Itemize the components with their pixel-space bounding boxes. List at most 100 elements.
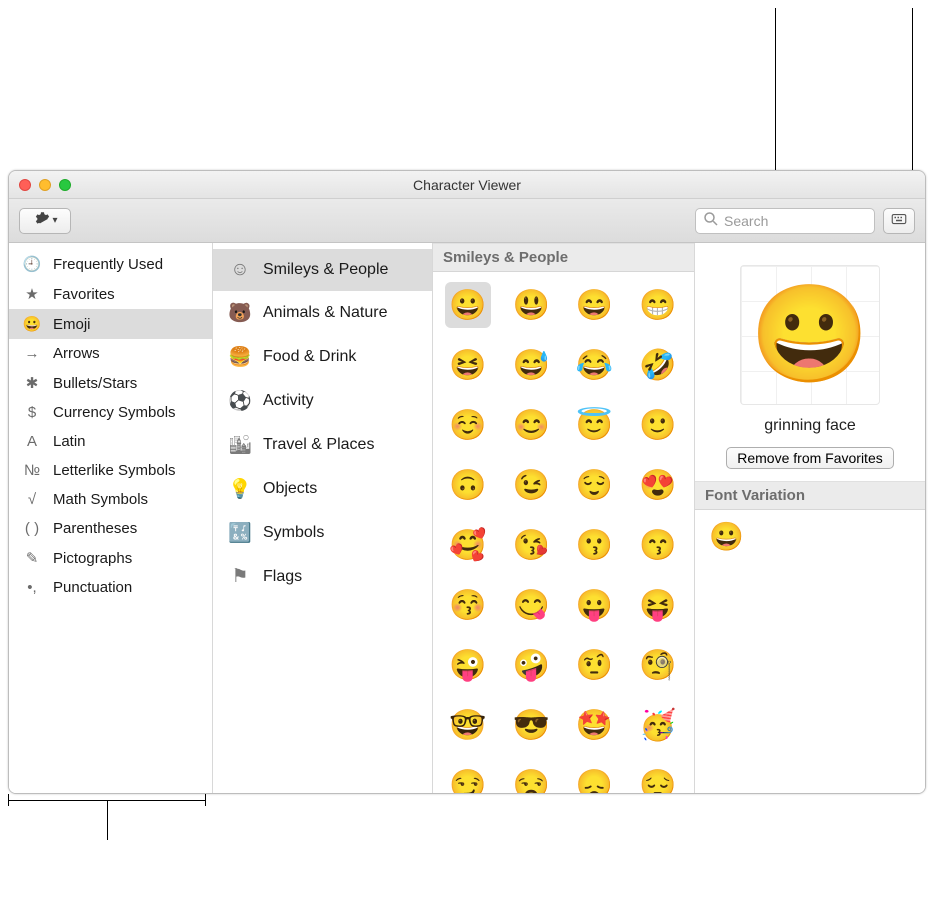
- category-item[interactable]: ✎ Pictographs: [9, 543, 212, 573]
- category-icon: ( ): [21, 520, 43, 537]
- category-label: Latin: [53, 433, 86, 450]
- emoji-cell[interactable]: 😀: [445, 282, 491, 328]
- subcategory-item[interactable]: 🏙Travel & Places: [213, 423, 432, 467]
- category-icon: √: [21, 491, 43, 508]
- font-variation-glyph[interactable]: 😀: [709, 521, 744, 552]
- subcategory-icon: 🐻: [227, 301, 253, 325]
- category-icon: ✱: [21, 374, 43, 392]
- emoji-cell[interactable]: 😂: [572, 342, 618, 388]
- emoji-cell[interactable]: 🧐: [635, 642, 681, 688]
- emoji-cell[interactable]: 🙃: [445, 462, 491, 508]
- emoji-cell[interactable]: 😁: [635, 282, 681, 328]
- subcategory-item[interactable]: 💡 Objects: [213, 467, 432, 511]
- subcategory-item[interactable]: 🍔Food & Drink: [213, 335, 432, 379]
- font-variation-header: Font Variation: [695, 481, 925, 510]
- emoji-cell[interactable]: 😔: [635, 762, 681, 793]
- emoji-cell[interactable]: 😇: [572, 402, 618, 448]
- emoji-cell[interactable]: 🥰: [445, 522, 491, 568]
- category-label: Frequently Used: [53, 256, 163, 273]
- emoji-cell[interactable]: 🤨: [572, 642, 618, 688]
- category-item[interactable]: ✱ Bullets/Stars: [9, 368, 212, 398]
- emoji-cell[interactable]: 🤩: [572, 702, 618, 748]
- emoji-cell[interactable]: 😄: [572, 282, 618, 328]
- category-label: Punctuation: [53, 579, 132, 596]
- emoji-grid: 😀 😃 😄 😁 😆 😅 😂 🤣 ☺️ 😊 😇 🙂 🙃 😉 😌 😍 🥰 😘 😗 😙 😚 😋 😛 😝 😜 🤪 🤨 🧐 🤓 😎 🤩 🥳 😏 😒 😞 😔: [433, 272, 694, 793]
- category-label: Pictographs: [53, 550, 132, 567]
- settings-menu-button[interactable]: ▾: [19, 208, 71, 234]
- search-input[interactable]: [724, 213, 868, 229]
- emoji-cell[interactable]: 😞: [572, 762, 618, 793]
- emoji-cell[interactable]: 😗: [572, 522, 618, 568]
- category-item[interactable]: A Latin: [9, 427, 212, 456]
- category-item[interactable]: ★Favorites: [9, 279, 212, 309]
- emoji-cell[interactable]: 🤣: [635, 342, 681, 388]
- category-icon: $: [21, 404, 43, 421]
- subcategory-icon: 💡: [227, 477, 253, 501]
- emoji-cell[interactable]: 😛: [572, 582, 618, 628]
- category-item[interactable]: → Arrows: [9, 339, 212, 368]
- search-field[interactable]: [695, 208, 875, 234]
- emoji-cell[interactable]: 😜: [445, 642, 491, 688]
- chevron-down-icon: ▾: [52, 215, 57, 226]
- emoji-cell[interactable]: 😍: [635, 462, 681, 508]
- window-title: Character Viewer: [9, 177, 925, 193]
- keyboard-icon: [890, 210, 908, 231]
- emoji-cell[interactable]: 😒: [508, 762, 554, 793]
- category-label: Parentheses: [53, 520, 137, 537]
- character-grid-pane: Smileys & People 😀😃😄😁😆😅😂🤣☺️😊😇🙂🙃😉😌😍🥰😘😗😙😚😋…: [433, 243, 695, 793]
- category-icon: ✎: [21, 549, 43, 567]
- subcategory-label: Objects: [263, 480, 317, 498]
- emoji-cell[interactable]: 😙: [635, 522, 681, 568]
- emoji-cell[interactable]: ☺️: [445, 402, 491, 448]
- category-item[interactable]: №Letterlike Symbols: [9, 456, 212, 485]
- subcategory-label: Smileys & People: [263, 261, 388, 279]
- category-item[interactable]: •, Punctuation: [9, 573, 212, 602]
- emoji-cell[interactable]: 🤓: [445, 702, 491, 748]
- emoji-cell[interactable]: 🥳: [635, 702, 681, 748]
- window-body: 🕘Frequently Used★Favorites😀Emoji → Arrows ✱…: [9, 243, 925, 793]
- emoji-cell[interactable]: 😆: [445, 342, 491, 388]
- category-icon: •,: [21, 579, 43, 596]
- category-item[interactable]: √Math Symbols: [9, 485, 212, 514]
- emoji-cell[interactable]: 😘: [508, 522, 554, 568]
- emoji-cell[interactable]: 😉: [508, 462, 554, 508]
- category-item[interactable]: 😀Emoji: [9, 309, 212, 339]
- gear-icon: [32, 210, 50, 231]
- remove-from-favorites-button[interactable]: Remove from Favorites: [726, 447, 893, 469]
- category-icon: A: [21, 433, 43, 450]
- subcategory-icon: ⚽: [227, 389, 253, 413]
- subcategory-item[interactable]: 🔣Symbols: [213, 511, 432, 555]
- subcategory-icon: 🏙: [227, 433, 253, 457]
- detail-pane: 😀 grinning face Remove from Favorites Fo…: [695, 243, 925, 793]
- emoji-cell[interactable]: 😚: [445, 582, 491, 628]
- search-icon: [702, 210, 720, 231]
- category-label: Favorites: [53, 286, 115, 303]
- category-label: Arrows: [53, 345, 100, 362]
- emoji-cell[interactable]: 🙂: [635, 402, 681, 448]
- subcategory-item[interactable]: ⚑Flags: [213, 555, 432, 598]
- emoji-cell[interactable]: 😃: [508, 282, 554, 328]
- compact-picker-button[interactable]: [883, 208, 915, 234]
- subcategory-sidebar: ☺ Smileys & People 🐻Animals & Nature🍔Food …: [213, 243, 433, 793]
- category-item[interactable]: ( ) Parentheses: [9, 514, 212, 543]
- emoji-cell[interactable]: 😏: [445, 762, 491, 793]
- category-item[interactable]: 🕘Frequently Used: [9, 249, 212, 279]
- category-icon: →: [21, 345, 43, 362]
- category-icon: №: [21, 462, 43, 479]
- emoji-cell[interactable]: 😎: [508, 702, 554, 748]
- emoji-cell[interactable]: 🤪: [508, 642, 554, 688]
- emoji-cell[interactable]: 😋: [508, 582, 554, 628]
- category-item[interactable]: $Currency Symbols: [9, 398, 212, 427]
- emoji-cell[interactable]: 😊: [508, 402, 554, 448]
- emoji-cell[interactable]: 😅: [508, 342, 554, 388]
- category-label: Bullets/Stars: [53, 375, 137, 392]
- subcategory-icon: 🔣: [227, 521, 253, 545]
- subcategory-label: Food & Drink: [263, 348, 356, 366]
- emoji-cell[interactable]: 😌: [572, 462, 618, 508]
- subcategory-icon: ☺: [227, 259, 253, 281]
- subcategory-item[interactable]: ⚽Activity: [213, 379, 432, 423]
- emoji-cell[interactable]: 😝: [635, 582, 681, 628]
- subcategory-item[interactable]: 🐻Animals & Nature: [213, 291, 432, 335]
- character-name: grinning face: [764, 417, 856, 435]
- subcategory-item[interactable]: ☺ Smileys & People: [213, 249, 432, 291]
